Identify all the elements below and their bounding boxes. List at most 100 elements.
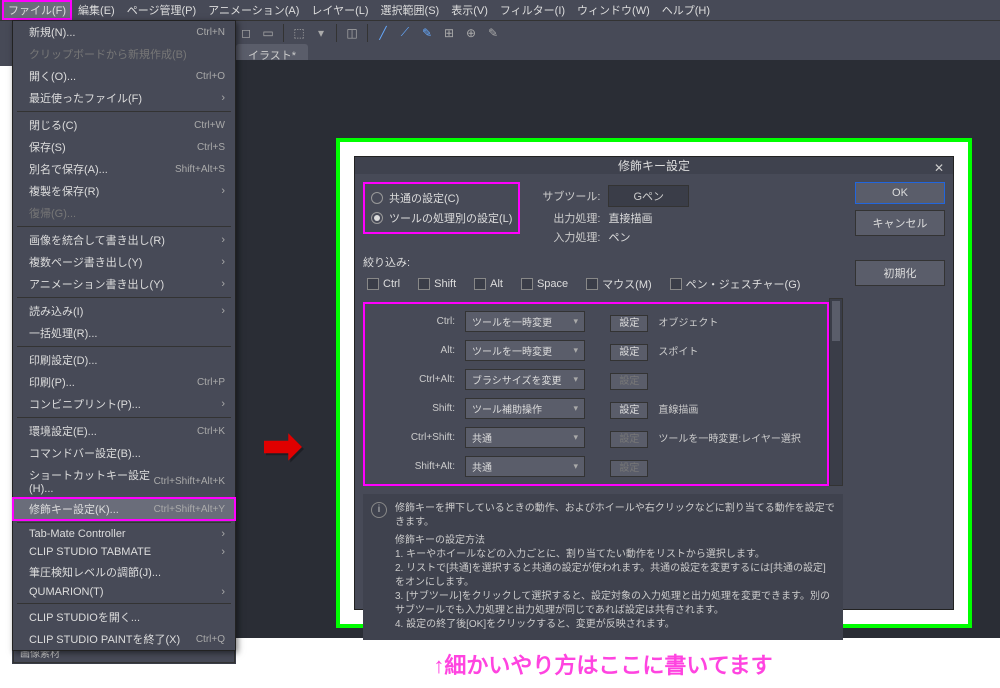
config-button: 設定 — [610, 373, 648, 390]
settings-table: Ctrl:ツールを一時変更▾設定オブジェクトAlt:ツールを一時変更▾設定スポイ… — [367, 306, 825, 482]
tool-icon[interactable]: ✎ — [483, 23, 503, 43]
setting-scope-radios: 共通の設定(C) ツールの処理別の設定(L) — [363, 182, 520, 234]
chevron-down-icon: ▾ — [573, 461, 578, 472]
filter-checkbox[interactable] — [474, 278, 486, 290]
tool-icon[interactable]: ▭ — [258, 23, 278, 43]
menu-item[interactable]: コンビニプリント(P)...› — [13, 393, 235, 415]
menu-アニメーション(A)[interactable]: アニメーション(A) — [202, 0, 305, 20]
modifier-key-dialog: 修飾キー設定 ✕ 共通の設定(C) ツールの処理別の設定(L) — [354, 156, 954, 610]
menu-item: クリップボードから新規作成(B) — [13, 43, 235, 65]
subtool-field[interactable]: Gペン — [608, 185, 689, 207]
radio-icon — [371, 212, 383, 224]
tool-icon[interactable]: ⟋ — [395, 23, 415, 43]
input-value: ペン — [608, 229, 630, 245]
menu-ウィンドウ(W)[interactable]: ウィンドウ(W) — [571, 0, 656, 20]
menu-item[interactable]: 一括処理(R)... — [13, 322, 235, 344]
action-select[interactable]: 共通▾ — [465, 427, 585, 448]
ok-button[interactable]: OK — [855, 182, 945, 204]
action-select[interactable]: 共通▾ — [465, 456, 585, 477]
help-box: i 修飾キーを押下しているときの動作、およびホイールや右クリックなどに割り当てる… — [363, 494, 843, 640]
settings-row: Shift:ツール補助操作▾設定直線描画 — [369, 395, 823, 422]
menu-ページ管理(P)[interactable]: ページ管理(P) — [121, 0, 202, 20]
menu-item[interactable]: 別名で保存(A)...Shift+Alt+S — [13, 158, 235, 180]
menu-item[interactable]: 環境設定(E)...Ctrl+K — [13, 420, 235, 442]
menu-item[interactable]: 修飾キー設定(K)...Ctrl+Shift+Alt+Y — [13, 498, 235, 520]
close-icon[interactable]: ✕ — [931, 161, 947, 177]
scrollbar-vertical[interactable] — [829, 298, 843, 486]
chevron-right-icon: › — [221, 305, 225, 317]
menu-item[interactable]: アニメーション書き出し(Y)› — [13, 273, 235, 295]
menu-item: 復帰(G)... — [13, 202, 235, 224]
menu-item[interactable]: 新規(N)...Ctrl+N — [13, 21, 235, 43]
menu-item[interactable]: 印刷設定(D)... — [13, 349, 235, 371]
settings-row: Ctrl+Shift:共通▾設定ツールを一時変更:レイヤー選択 — [369, 424, 823, 451]
tool-icon[interactable]: ╱ — [373, 23, 393, 43]
menu-編集(E)[interactable]: 編集(E) — [72, 0, 121, 20]
menu-item[interactable]: 最近使ったファイル(F)› — [13, 87, 235, 109]
tool-icon[interactable]: ▾ — [311, 23, 331, 43]
radio-common[interactable]: 共通の設定(C) — [371, 188, 512, 208]
menu-ファイル(F)[interactable]: ファイル(F) — [2, 0, 72, 20]
menu-item[interactable]: 開く(O)...Ctrl+O — [13, 65, 235, 87]
menu-レイヤー(L)[interactable]: レイヤー(L) — [305, 0, 374, 20]
menu-item[interactable]: コマンドバー設定(B)... — [13, 442, 235, 464]
tool-icon[interactable]: ⬚ — [289, 23, 309, 43]
chevron-down-icon: ▾ — [573, 316, 578, 327]
radio-per-tool[interactable]: ツールの処理別の設定(L) — [371, 208, 512, 228]
chevron-right-icon: › — [221, 185, 225, 197]
chevron-right-icon: › — [221, 92, 225, 104]
output-value: 直接描画 — [608, 210, 652, 226]
tool-icon[interactable]: ⊕ — [461, 23, 481, 43]
menu-item[interactable]: 筆圧検知レベルの調節(J)... — [13, 561, 235, 583]
menu-item[interactable]: 閉じる(C)Ctrl+W — [13, 114, 235, 136]
menu-item[interactable]: 画像を統合して書き出し(R)› — [13, 229, 235, 251]
menu-item[interactable]: 印刷(P)...Ctrl+P — [13, 371, 235, 393]
filter-checkbox[interactable] — [521, 278, 533, 290]
action-select[interactable]: ツールを一時変更▾ — [465, 340, 585, 361]
menu-item[interactable]: 複製を保存(R)› — [13, 180, 235, 202]
settings-row: Ctrl:ツールを一時変更▾設定オブジェクト — [369, 308, 823, 335]
menu-選択範囲(S)[interactable]: 選択範囲(S) — [375, 0, 446, 20]
config-button[interactable]: 設定 — [610, 315, 648, 332]
dialog-titlebar: 修飾キー設定 ✕ — [355, 157, 953, 174]
chevron-down-icon: ▾ — [573, 374, 578, 385]
init-button[interactable]: 初期化 — [855, 260, 945, 286]
tool-icon[interactable]: ⊞ — [439, 23, 459, 43]
menu-item[interactable]: Tab-Mate Controller› — [13, 525, 235, 543]
menu-item[interactable]: ショートカットキー設定(H)...Ctrl+Shift+Alt+K — [13, 464, 235, 498]
action-select[interactable]: ツールを一時変更▾ — [465, 311, 585, 332]
subtool-label: サブツール: — [540, 188, 600, 204]
filter-checkbox[interactable] — [670, 278, 682, 290]
output-label: 出力処理: — [540, 210, 600, 226]
config-button: 設定 — [610, 431, 648, 448]
config-button[interactable]: 設定 — [610, 344, 648, 361]
filter-checkbox[interactable] — [586, 278, 598, 290]
menu-item[interactable]: QUMARION(T)› — [13, 583, 235, 601]
annotation-note: ↑細かいやり方はここに書いてます — [363, 648, 843, 680]
chevron-down-icon: ▾ — [573, 403, 578, 414]
menu-item[interactable]: 複数ページ書き出し(Y)› — [13, 251, 235, 273]
menu-表示(V)[interactable]: 表示(V) — [445, 0, 494, 20]
chevron-right-icon: › — [221, 528, 225, 540]
action-select[interactable]: ツール補助操作▾ — [465, 398, 585, 419]
menu-フィルター(I)[interactable]: フィルター(I) — [494, 0, 571, 20]
menu-item[interactable]: CLIP STUDIO TABMATE› — [13, 543, 235, 561]
tool-icon[interactable]: ◫ — [342, 23, 362, 43]
menu-item[interactable]: 読み込み(I)› — [13, 300, 235, 322]
filter-checkbox[interactable] — [418, 278, 430, 290]
config-button[interactable]: 設定 — [610, 402, 648, 419]
filter-checkbox[interactable] — [367, 278, 379, 290]
settings-row: Shift+Alt:共通▾設定 — [369, 453, 823, 480]
chevron-right-icon: › — [221, 586, 225, 598]
tool-icon[interactable]: ◻ — [236, 23, 256, 43]
tool-icon[interactable]: ✎ — [417, 23, 437, 43]
chevron-right-icon: › — [221, 256, 225, 268]
settings-row: Alt:ツールを一時変更▾設定スポイト — [369, 337, 823, 364]
menu-item[interactable]: CLIP STUDIO PAINTを終了(X)Ctrl+Q — [13, 628, 235, 650]
menu-item[interactable]: CLIP STUDIOを開く... — [13, 606, 235, 628]
chevron-right-icon: › — [221, 546, 225, 558]
cancel-button[interactable]: キャンセル — [855, 210, 945, 236]
action-select[interactable]: ブラシサイズを変更▾ — [465, 369, 585, 390]
menu-item[interactable]: 保存(S)Ctrl+S — [13, 136, 235, 158]
menu-ヘルプ(H)[interactable]: ヘルプ(H) — [656, 0, 716, 20]
